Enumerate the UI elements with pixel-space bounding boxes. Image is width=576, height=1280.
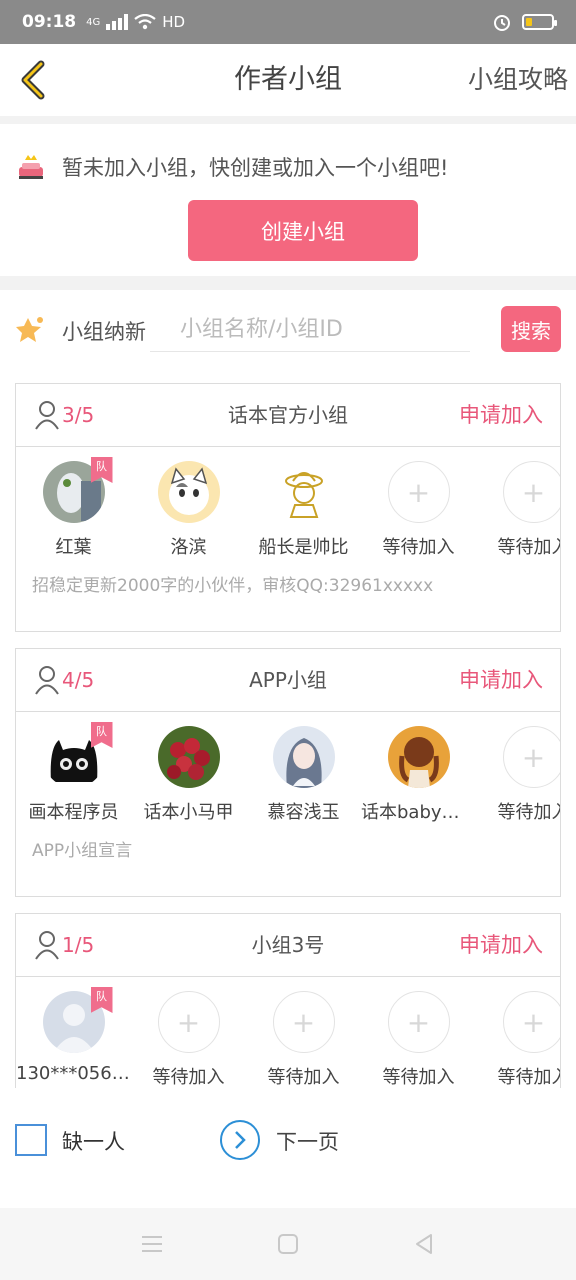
member-name: 130***056_… — [16, 1063, 131, 1084]
empty-slot-icon: + — [387, 991, 450, 1053]
member-name: 等待加入 — [382, 537, 455, 558]
member-name: 等待加入 — [382, 1067, 455, 1088]
member-row: 队 画本程序员 话本小马甲 慕容浅玉 话本baby安… + 等待加入 — [16, 712, 560, 842]
apply-join-button[interactable]: 申请加入 — [459, 384, 543, 447]
member-item-empty[interactable]: + 等待加入 — [361, 461, 476, 559]
system-nav-bar — [0, 1208, 576, 1280]
member-row: 队 红葉 洛滨 船长是帅比 + 等待加入 + 等待加入 — [16, 447, 560, 577]
member-name: 等待加入 — [497, 802, 561, 823]
divider — [0, 276, 576, 290]
avatar: 队 — [42, 457, 113, 523]
notice-text: 暂未加入小组，快创建或加入一个小组吧! — [62, 156, 449, 180]
member-item[interactable]: 话本baby安… — [361, 726, 476, 824]
nav-bar: 作者小组 小组攻略 — [0, 44, 576, 116]
next-page-label[interactable]: 下一页 — [276, 1126, 339, 1156]
status-time: 09:18 — [22, 12, 77, 32]
empty-slot-icon: + — [502, 461, 560, 523]
checkbox-label: 缺一人 — [62, 1130, 125, 1154]
member-row: 队 130***056_… + 等待加入 + 等待加入 + 等待加入 + 等待加… — [16, 977, 560, 1088]
member-name: 红葉 — [55, 537, 92, 558]
missing-one-checkbox[interactable] — [15, 1124, 47, 1156]
avatar: 队 — [42, 722, 113, 788]
menu-button[interactable] — [138, 1230, 166, 1258]
member-name: 等待加入 — [267, 1067, 340, 1088]
member-item[interactable]: 话本小马甲 — [131, 726, 246, 824]
search-button[interactable]: 搜索 — [501, 306, 561, 352]
avatar — [157, 726, 220, 788]
network-label: 4G — [86, 16, 101, 28]
member-item-empty[interactable]: + 等待加入 — [476, 461, 561, 559]
battery-icon — [522, 14, 557, 30]
member-item-empty[interactable]: + 等待加入 — [476, 726, 561, 824]
group-card: 3/5 话本官方小组 申请加入 队 红葉 洛滨 船长是帅比 + 等待加入 + 等… — [15, 383, 561, 632]
member-name: 等待加入 — [152, 1067, 225, 1088]
avatar — [272, 461, 335, 523]
recruit-label: 小组纳新 — [62, 320, 146, 344]
member-item-empty[interactable]: + 等待加入 — [476, 991, 561, 1088]
wifi-icon — [134, 14, 156, 30]
no-group-notice: 暂未加入小组，快创建或加入一个小组吧! 创建小组 — [0, 124, 576, 276]
avatar — [157, 461, 220, 523]
member-item-empty[interactable]: + 等待加入 — [246, 991, 361, 1088]
apply-join-button[interactable]: 申请加入 — [459, 649, 543, 712]
home-icon — [278, 1234, 298, 1254]
hd-label: HD — [162, 13, 186, 31]
member-item[interactable]: 队 130***056_… — [16, 987, 131, 1084]
empty-slot-icon: + — [502, 726, 560, 788]
crown-sofa-icon — [19, 155, 43, 179]
group-guide-link[interactable]: 小组攻略 — [468, 44, 568, 116]
member-item-empty[interactable]: + 等待加入 — [131, 991, 246, 1088]
apply-join-button[interactable]: 申请加入 — [459, 914, 543, 977]
member-item[interactable]: 洛滨 — [131, 461, 246, 559]
triangle-back-icon — [416, 1234, 432, 1254]
empty-slot-icon: + — [502, 991, 560, 1053]
alarm-icon — [494, 15, 510, 31]
group-card-header: 4/5 APP小组 申请加入 — [16, 649, 560, 712]
home-button[interactable] — [274, 1230, 302, 1258]
status-bar: 09:18 4G HD — [0, 0, 576, 44]
member-name: 慕容浅玉 — [267, 802, 340, 823]
member-item[interactable]: 船长是帅比 — [246, 461, 361, 559]
search-row: 小组纳新 搜索 — [0, 300, 576, 360]
signal-icon — [106, 14, 129, 30]
member-name: 画本程序员 — [28, 802, 119, 823]
empty-slot-icon: + — [157, 991, 220, 1053]
sparkle-icon — [16, 317, 43, 342]
back-nav-button[interactable] — [410, 1230, 438, 1258]
create-group-button[interactable]: 创建小组 — [188, 200, 418, 261]
search-input[interactable] — [150, 308, 470, 352]
empty-slot-icon: + — [387, 461, 450, 523]
member-item[interactable]: 慕容浅玉 — [246, 726, 361, 824]
group-card-header: 1/5 小组3号 申请加入 — [16, 914, 560, 977]
group-card-header: 3/5 话本官方小组 申请加入 — [16, 384, 560, 447]
member-name: 话本baby安… — [361, 802, 476, 823]
member-name: 等待加入 — [497, 1067, 561, 1088]
group-card: 1/5 小组3号 申请加入 队 130***056_… + 等待加入 + 等待加… — [15, 913, 561, 1088]
avatar — [387, 726, 450, 788]
member-item[interactable]: 队 画本程序员 — [16, 722, 131, 824]
member-item-empty[interactable]: + 等待加入 — [361, 991, 476, 1088]
member-name: 洛滨 — [170, 537, 207, 558]
menu-icon — [142, 1236, 162, 1252]
divider — [0, 116, 576, 124]
next-page-button[interactable] — [220, 1120, 260, 1160]
member-name: 船长是帅比 — [258, 537, 349, 558]
member-name: 等待加入 — [497, 537, 561, 558]
member-item[interactable]: 队 红葉 — [16, 457, 131, 559]
avatar — [272, 726, 335, 788]
signal-group: 4G HD — [86, 13, 185, 31]
member-name: 话本小马甲 — [143, 802, 234, 823]
chevron-right-icon — [235, 1131, 246, 1149]
notice-row: 暂未加入小组，快创建或加入一个小组吧! — [16, 152, 448, 182]
group-card: 4/5 APP小组 申请加入 队 画本程序员 话本小马甲 慕容浅玉 话本baby… — [15, 648, 561, 897]
bottom-controls: 缺一人 下一页 — [0, 1110, 576, 1170]
empty-slot-icon: + — [272, 991, 335, 1053]
avatar: 队 — [42, 987, 113, 1053]
